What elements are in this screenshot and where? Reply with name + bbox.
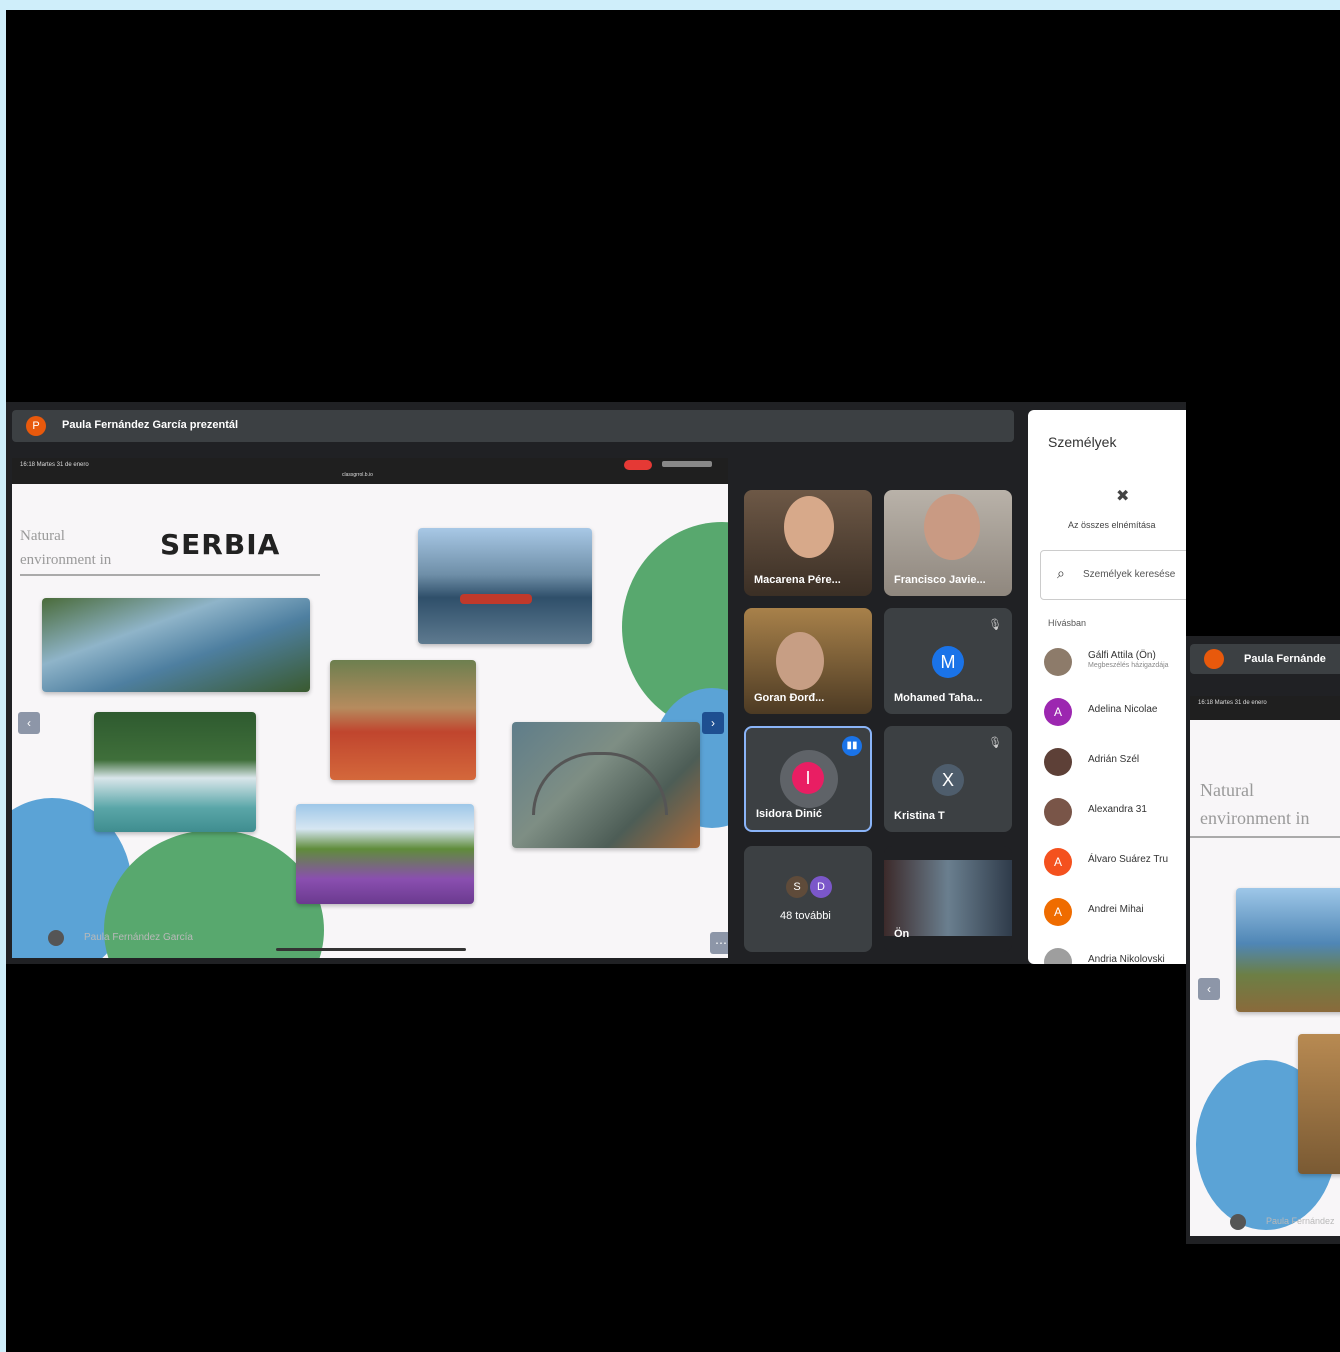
participant-avatar: I bbox=[792, 762, 824, 794]
participant-list-item[interactable]: A Andrei Mihai bbox=[1044, 894, 1186, 934]
photo-bridge-gorge bbox=[512, 722, 700, 848]
photo-wildflowers bbox=[296, 804, 474, 904]
secondary-title-underline bbox=[1190, 836, 1340, 838]
participant-list-name: Andrei Mihai bbox=[1088, 904, 1144, 915]
participant-list-name: Gálfi Attila (Ön) bbox=[1088, 650, 1156, 661]
status-url: classgrrol.b.io bbox=[342, 472, 373, 478]
self-tile[interactable]: Ön bbox=[884, 846, 1012, 952]
presenter-avatar: P bbox=[26, 416, 46, 436]
participant-tile[interactable]: Francisco Javie... bbox=[884, 490, 1012, 596]
participant-list-item[interactable]: Adrián Szél bbox=[1044, 744, 1186, 784]
secondary-slide: 16:18 Martes 31 de enero Natural environ… bbox=[1190, 696, 1340, 1236]
secondary-meet-window: Paula Fernánde 16:18 Martes 31 de enero … bbox=[1186, 636, 1340, 1244]
participant-name: Macarena Pére... bbox=[754, 574, 841, 586]
participant-name: Mohamed Taha... bbox=[894, 692, 983, 704]
participant-tile[interactable]: Macarena Pére... bbox=[744, 490, 872, 596]
slide-prev-button[interactable]: ‹ bbox=[18, 712, 40, 734]
participant-avatar-mini: S bbox=[786, 876, 808, 898]
participant-name: Isidora Dinić bbox=[756, 808, 823, 820]
status-time: 16:18 Martes 31 de enero bbox=[20, 462, 89, 468]
participant-name: Francisco Javie... bbox=[894, 574, 986, 586]
people-panel-title: Személyek bbox=[1048, 434, 1117, 450]
mic-off-icon: 🎙 bbox=[988, 737, 1002, 749]
participant-list-avatar bbox=[1044, 748, 1072, 776]
participant-video bbox=[924, 494, 980, 560]
participant-list-avatar: A bbox=[1044, 848, 1072, 876]
photo-lake-boat bbox=[418, 528, 592, 644]
participant-list-avatar bbox=[1044, 948, 1072, 964]
more-participants-label: 48 további bbox=[780, 910, 831, 922]
participant-list-name: Alexandra 31 bbox=[1088, 804, 1147, 815]
search-placeholder: Személyek keresése bbox=[1083, 569, 1176, 580]
participant-list-name: Álvaro Suárez Tru bbox=[1088, 854, 1169, 865]
tablet-status-bar: 16:18 Martes 31 de enero classgrrol.b.io bbox=[12, 458, 728, 484]
presentation-slide: 16:18 Martes 31 de enero classgrrol.b.io… bbox=[12, 458, 728, 958]
participant-avatar: M bbox=[932, 646, 964, 678]
screen: P Paula Fernández García prezentál 16:18… bbox=[6, 10, 1340, 1352]
participant-name: Goran Đorđ... bbox=[754, 692, 825, 704]
mute-all-icon[interactable]: ✖ bbox=[1116, 486, 1129, 506]
participant-list-name: Adelina Nicolae bbox=[1088, 704, 1158, 715]
self-video bbox=[884, 860, 1012, 936]
recording-icon bbox=[624, 460, 652, 470]
participant-video bbox=[776, 632, 824, 690]
in-call-section-label: Hívásban bbox=[1048, 618, 1087, 628]
slide-subtitle: Natural environment in bbox=[20, 528, 112, 568]
participant-name: Kristina T bbox=[894, 810, 945, 822]
participant-avatar-mini: D bbox=[810, 876, 832, 898]
participant-list-avatar bbox=[1044, 648, 1072, 676]
participant-tile[interactable]: 🎙 X Kristina T bbox=[884, 726, 1012, 832]
secondary-status-bar: 16:18 Martes 31 de enero bbox=[1190, 696, 1340, 720]
mic-off-icon: 🎙 bbox=[988, 619, 1002, 631]
participant-list-role: Megbeszélés házigazdája bbox=[1088, 662, 1169, 669]
home-indicator bbox=[276, 948, 466, 951]
slide-more-button[interactable]: ⋯ bbox=[710, 932, 728, 954]
photo-tulip-field bbox=[330, 660, 476, 780]
participant-list-item[interactable]: A Adelina Nicolae bbox=[1044, 694, 1186, 734]
participant-list-avatar: A bbox=[1044, 898, 1072, 926]
slide-next-button[interactable]: › bbox=[702, 712, 724, 734]
slide-author: Paula Fernández García bbox=[84, 932, 193, 943]
self-name: Ön bbox=[894, 928, 910, 940]
presenter-bar: P Paula Fernández García prezentál bbox=[12, 410, 1014, 442]
meet-window: P Paula Fernández García prezentál 16:18… bbox=[6, 402, 1186, 964]
secondary-presenter-label: Paula Fernánde bbox=[1244, 653, 1326, 665]
secondary-prev-button[interactable]: ‹ bbox=[1198, 978, 1220, 1000]
secondary-presenter-avatar bbox=[1204, 649, 1224, 669]
participant-list-item[interactable]: Gálfi Attila (Ön) Megbeszélés házigazdáj… bbox=[1044, 644, 1186, 684]
photo-waterfall bbox=[94, 712, 256, 832]
participant-list-name: Andria Nikolovski bbox=[1088, 954, 1165, 964]
more-participants-tile[interactable]: S D 48 további bbox=[744, 846, 872, 952]
participant-list-name: Adrián Szél bbox=[1088, 754, 1140, 765]
participant-video bbox=[784, 496, 834, 558]
slide-title: SERBIA bbox=[160, 528, 281, 561]
photo-canyon-viewpoint bbox=[42, 598, 310, 692]
participant-list-avatar bbox=[1044, 798, 1072, 826]
secondary-author-logo-icon bbox=[1230, 1214, 1246, 1230]
author-logo-icon bbox=[48, 930, 64, 946]
secondary-photo-cliff bbox=[1298, 1034, 1340, 1174]
participant-list-avatar: A bbox=[1044, 698, 1072, 726]
secondary-slide-subtitle: Natural environment in bbox=[1200, 780, 1310, 828]
people-search-input[interactable]: ⌕ Személyek keresése bbox=[1040, 550, 1186, 600]
battery-icon bbox=[662, 461, 712, 467]
presenter-label: Paula Fernández García prezentál bbox=[62, 419, 239, 431]
participant-tile[interactable]: 🎙 M Mohamed Taha... bbox=[884, 608, 1012, 714]
participant-list-item[interactable]: Alexandra 31 bbox=[1044, 794, 1186, 834]
participant-list-item[interactable]: Andria Nikolovski bbox=[1044, 944, 1186, 964]
secondary-status-time: 16:18 Martes 31 de enero bbox=[1198, 700, 1267, 706]
speaking-indicator-icon: ▮▮ bbox=[842, 736, 862, 756]
search-icon: ⌕ bbox=[1057, 565, 1065, 581]
title-underline bbox=[20, 574, 320, 576]
participant-tile[interactable]: Goran Đorđ... bbox=[744, 608, 872, 714]
mute-all-label[interactable]: Az összes elnémítása bbox=[1068, 520, 1156, 530]
participant-list-item[interactable]: A Álvaro Suárez Tru bbox=[1044, 844, 1186, 884]
people-panel: Személyek ✖ Az összes elnémítása ⌕ Szemé… bbox=[1028, 410, 1186, 964]
secondary-photo-coast bbox=[1236, 888, 1340, 1012]
secondary-slide-author: Paula Fernández bbox=[1266, 1216, 1335, 1226]
participant-avatar: X bbox=[932, 764, 964, 796]
secondary-presenter-bar: Paula Fernánde bbox=[1190, 644, 1340, 674]
participant-tile-speaking[interactable]: ▮▮ I Isidora Dinić bbox=[744, 726, 872, 832]
